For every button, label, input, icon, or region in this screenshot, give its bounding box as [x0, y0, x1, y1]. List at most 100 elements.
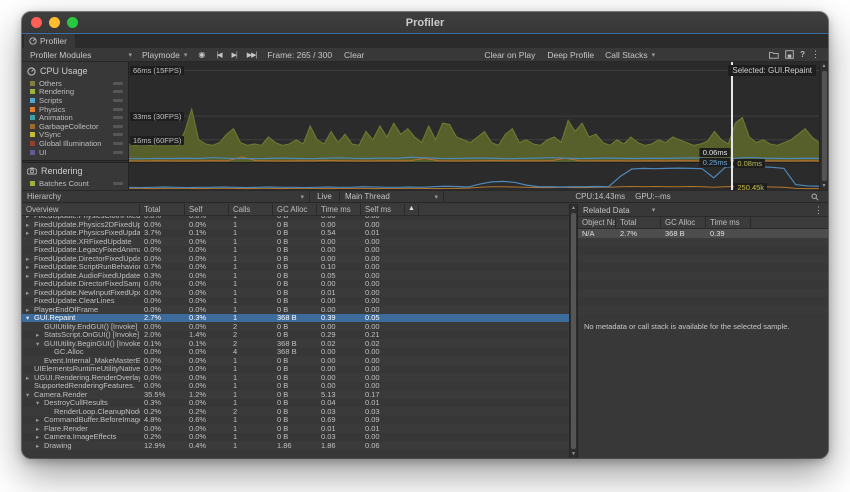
legend-drag-handle[interactable]	[113, 116, 123, 119]
column-header-time-ms[interactable]: Time ms	[317, 204, 361, 215]
expand-arrow-icon[interactable]: ▸	[36, 442, 44, 450]
legend-drag-handle[interactable]	[113, 133, 123, 136]
scroll-up-icon[interactable]: ▲	[822, 63, 827, 69]
legend-item[interactable]: GarbageCollector	[22, 122, 128, 131]
chart-region[interactable]: 66ms (15FPS)33ms (30FPS)16ms (60FPS) Sel…	[129, 62, 819, 190]
scroll-down-icon[interactable]: ▼	[822, 183, 827, 189]
table-row[interactable]: SupportedRenderingFeatures.0.0%0.0%10 B0…	[22, 382, 569, 391]
scroll-down-icon[interactable]: ▼	[571, 451, 576, 457]
record-button[interactable]: ◉	[193, 49, 210, 61]
view-mode-dropdown[interactable]: Hierarchy▾	[22, 191, 310, 202]
table-row[interactable]: Event.Internal_MakeMasterEventCurrent0.0…	[22, 356, 569, 365]
minimize-button[interactable]	[49, 17, 60, 28]
legend-item[interactable]: Others	[22, 79, 128, 88]
table-row[interactable]: FixedUpdate.LegacyFixedAnimationUpdate0.…	[22, 246, 569, 255]
next-frame-button[interactable]: ▶|	[228, 49, 241, 61]
legend-drag-handle[interactable]	[113, 182, 123, 185]
scrollbar-thumb[interactable]	[822, 71, 827, 181]
legend-drag-handle[interactable]	[113, 99, 123, 102]
table-row[interactable]: GC.Alloc0.0%0.0%4368 B0.000.00	[22, 348, 569, 357]
table-row[interactable]: RenderLoop.CleanupNodeQueue0.2%0.2%20 B0…	[22, 407, 569, 416]
legend-item[interactable]: Scripts	[22, 96, 128, 105]
zoom-button[interactable]	[67, 17, 78, 28]
related-data-dropdown[interactable]: Related Data	[583, 206, 630, 215]
related-column-total[interactable]: Total	[616, 217, 661, 228]
table-row[interactable]: ▾GUIUtility.BeginGUI() [Invoke]0.1%0.1%2…	[22, 339, 569, 348]
titlebar: Profiler	[22, 12, 828, 34]
warnings-filter-icon[interactable]: ▲	[405, 204, 419, 215]
call-stacks-dropdown[interactable]: Call Stacks▾	[601, 49, 659, 61]
scrollbar-thumb[interactable]	[571, 213, 576, 449]
related-column-object-na[interactable]: Object Na	[578, 217, 616, 228]
column-header-self-ms[interactable]: Self ms	[361, 204, 405, 215]
table-row[interactable]: ▸FixedUpdate.PhysicsFixedUpdate3.7%0.1%1…	[22, 229, 569, 238]
legend-drag-handle[interactable]	[113, 142, 123, 145]
rendering-chart[interactable]	[129, 163, 819, 190]
deep-profile-button[interactable]: Deep Profile	[542, 49, 599, 61]
table-row[interactable]: ▾Camera.Render35.5%1.2%10 B5.130.17	[22, 390, 569, 399]
legend-item[interactable]: VSync	[22, 131, 128, 140]
table-row[interactable]: ▾GUI.Repaint2.7%0.3%1368 B0.390.05	[22, 314, 569, 323]
column-header-gc-alloc[interactable]: GC Alloc	[273, 204, 317, 215]
column-header-self[interactable]: Self	[185, 204, 229, 215]
scroll-up-icon[interactable]: ▲	[571, 205, 576, 211]
table-row[interactable]: GUIUtility.EndGUI() [Invoke]0.0%0.0%20 B…	[22, 322, 569, 331]
table-row[interactable]: ▸CommandBuffer.BeforeImageEffects4.8%0.6…	[22, 416, 569, 425]
table-row[interactable]: ▸Camera.ImageEffects0.2%0.0%10 B0.030.00	[22, 433, 569, 442]
thread-dropdown[interactable]: Main Thread▾	[340, 191, 444, 202]
table-row[interactable]: ▸FixedUpdate.DirectorFixedUpdate0.0%0.0%…	[22, 254, 569, 263]
frame-counter: Frame: 265 / 300	[262, 49, 337, 61]
legend-item[interactable]: Batches Count	[22, 179, 128, 188]
playmode-dropdown[interactable]: Playmode▾	[138, 49, 191, 61]
table-row[interactable]: ▸PlayerEndOfFrame0.0%0.0%10 B0.000.00	[22, 305, 569, 314]
table-scrollbar[interactable]: ▲ ▼	[569, 204, 578, 458]
legend-item[interactable]: Physics	[22, 105, 128, 114]
modules-scrollbar[interactable]: ▲ ▼	[819, 62, 828, 190]
live-toggle[interactable]: Live	[310, 191, 340, 202]
table-row[interactable]: ▸UGUI.Rendering.RenderOverlays0.0%0.0%10…	[22, 373, 569, 382]
selected-frame-line[interactable]	[731, 62, 733, 190]
legend-item[interactable]: Animation	[22, 113, 128, 122]
load-profile-button[interactable]	[769, 51, 779, 59]
save-profile-button[interactable]	[785, 50, 794, 59]
close-button[interactable]	[31, 17, 42, 28]
table-row[interactable]: FixedUpdate.XRFixedUpdate0.0%0.0%10 B0.0…	[22, 237, 569, 246]
table-row[interactable]: ▸FixedUpdate.NewInputFixedUpdate0.0%0.0%…	[22, 288, 569, 297]
help-button[interactable]: ?	[800, 50, 805, 59]
table-row[interactable]: FixedUpdate.DirectorFixedSampleCallback0…	[22, 280, 569, 289]
column-header-calls[interactable]: Calls	[229, 204, 273, 215]
column-header-total[interactable]: Total	[140, 204, 185, 215]
profiler-modules-dropdown[interactable]: Profiler Modules▾	[26, 49, 136, 61]
cpu-usage-chart[interactable]	[129, 62, 819, 162]
legend-drag-handle[interactable]	[113, 151, 123, 154]
legend-drag-handle[interactable]	[113, 125, 123, 128]
table-row[interactable]: ▸StatsScript.OnGUI() [Invoke]2.0%1.4%20 …	[22, 331, 569, 340]
table-row[interactable]: ▸Flare.Render0.0%0.0%10 B0.010.01	[22, 424, 569, 433]
current-frame-button[interactable]: ▶▶|	[243, 49, 261, 61]
tab-profiler[interactable]: Profiler	[24, 34, 75, 48]
clear-button[interactable]: Clear	[339, 49, 369, 61]
legend-drag-handle[interactable]	[113, 90, 123, 93]
table-row[interactable]: ▸FixedUpdate.AudioFixedUpdate0.3%0.0%10 …	[22, 271, 569, 280]
legend-item[interactable]: Global Illumination	[22, 139, 128, 148]
search-button[interactable]	[802, 193, 828, 201]
related-column-time-ms[interactable]: Time ms	[706, 217, 751, 228]
table-row[interactable]: ▾DestroyCullResults0.3%0.0%10 B0.040.01	[22, 399, 569, 408]
table-row[interactable]: UIElementsRuntimeUtilityNative.Update0.0…	[22, 365, 569, 374]
clear-on-play-button[interactable]: Clear on Play	[479, 49, 540, 61]
related-column-gc-alloc[interactable]: GC Alloc	[661, 217, 706, 228]
table-row[interactable]: ▸FixedUpdate.ScriptRunBehaviourFixedUpda…	[22, 263, 569, 272]
kebab-menu-icon[interactable]: ⋮	[811, 49, 820, 60]
legend-item[interactable]: UI	[22, 148, 128, 157]
table-row[interactable]: ▸FixedUpdate.Physics2DFixedUpdate0.0%0.0…	[22, 220, 569, 229]
table-row[interactable]: ▸Drawing12.9%0.4%11.861.860.06	[22, 441, 569, 450]
related-row[interactable]: N/A2.7%368 B0.39	[578, 229, 828, 238]
table-row[interactable]: FixedUpdate.ClearLines0.0%0.0%10 B0.000.…	[22, 297, 569, 306]
column-header-overview[interactable]: Overview	[22, 204, 140, 215]
cell-sample: ▸Drawing	[22, 441, 140, 450]
legend-drag-handle[interactable]	[113, 108, 123, 111]
legend-item[interactable]: Rendering	[22, 88, 128, 97]
first-frame-button[interactable]: |◀	[212, 49, 225, 61]
legend-drag-handle[interactable]	[113, 82, 123, 85]
kebab-menu-icon[interactable]: ⋮	[814, 205, 823, 216]
